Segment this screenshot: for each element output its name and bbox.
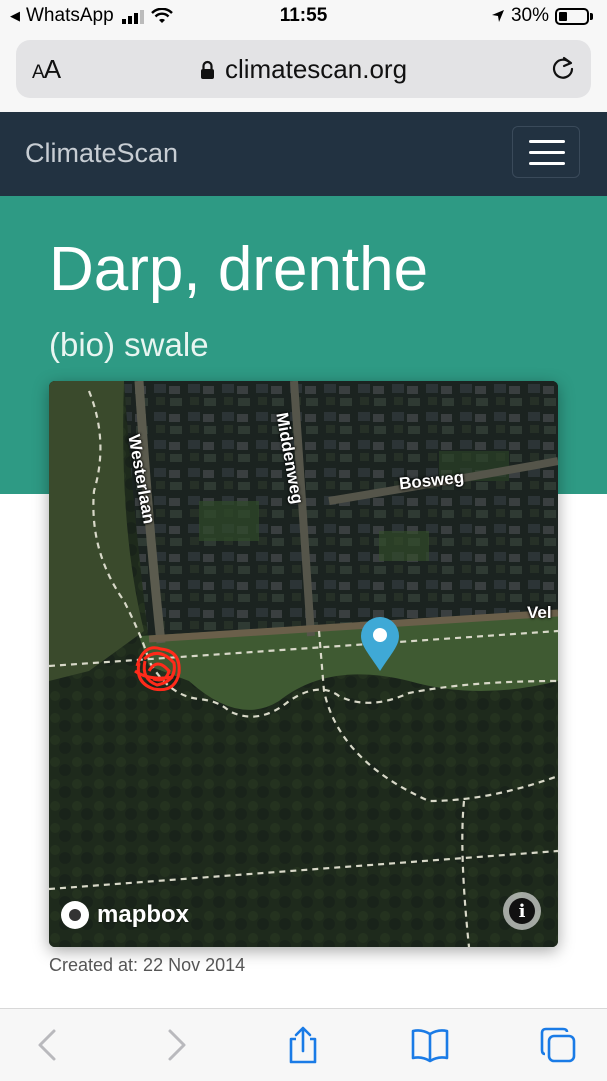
satellite-map-image	[49, 381, 558, 947]
reload-icon[interactable]	[549, 54, 577, 82]
bookmarks-icon[interactable]	[410, 1025, 450, 1065]
mapbox-logo-icon	[61, 901, 89, 929]
back-icon[interactable]	[28, 1025, 68, 1065]
lock-icon	[200, 60, 214, 79]
battery-icon	[555, 7, 589, 25]
mapbox-attribution[interactable]: mapbox	[61, 901, 189, 929]
info-icon: i	[509, 898, 535, 924]
share-icon[interactable]	[283, 1025, 323, 1065]
url-display[interactable]: climatescan.org	[16, 54, 591, 85]
browser-address-area: AA climatescan.org	[0, 34, 607, 112]
brand-link[interactable]: ClimateScan	[25, 138, 178, 169]
browser-toolbar	[0, 1008, 607, 1081]
tabs-icon[interactable]	[538, 1025, 578, 1065]
address-bar[interactable]: AA climatescan.org	[16, 40, 591, 98]
map-pin-icon[interactable]	[359, 616, 401, 672]
forward-icon[interactable]	[156, 1025, 196, 1065]
site-navbar: ClimateScan	[0, 112, 607, 196]
location-arrow-icon	[491, 10, 504, 22]
map-view[interactable]: Westerlaan Middenweg Bosweg Vel mapbox i	[49, 381, 558, 947]
map-info-button[interactable]: i	[503, 892, 541, 930]
page-title: Darp, drenthe	[49, 235, 429, 304]
page-subtitle: (bio) swale	[49, 326, 209, 363]
created-at-text: Created at: 22 Nov 2014	[49, 955, 246, 975]
status-right: 30%	[491, 5, 593, 27]
hamburger-icon	[529, 140, 565, 143]
status-bar: ◀ WhatsApp 11:55 30%	[0, 0, 607, 34]
street-label-vel: Vel	[527, 603, 552, 622]
battery-percent: 30%	[510, 5, 549, 26]
mapbox-label: mapbox	[97, 901, 190, 928]
url-text: climatescan.org	[224, 54, 408, 84]
menu-toggle-button[interactable]	[512, 126, 580, 178]
